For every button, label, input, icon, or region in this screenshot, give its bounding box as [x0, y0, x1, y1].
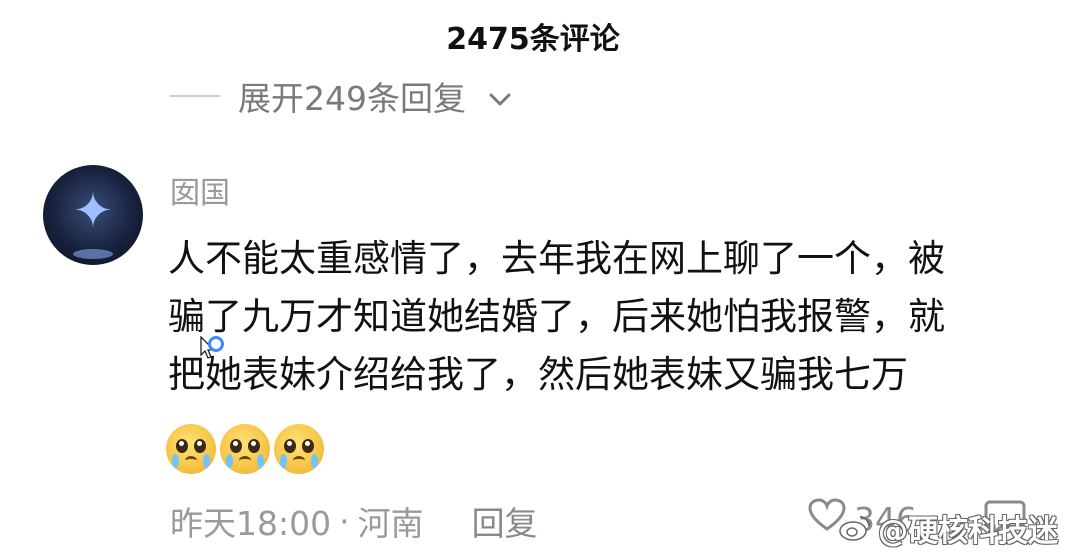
- emoji-row: [166, 424, 324, 474]
- chevron-down-icon: [488, 77, 512, 116]
- watermark: @硬核科技迷: [838, 506, 1058, 550]
- comment-line: 骗了九万才知道她结婚了，后来她怕我报警，就: [168, 295, 945, 338]
- watermark-text: @硬核科技迷: [878, 514, 1058, 549]
- meta-separator: ·: [339, 501, 350, 541]
- avatar-glow: [73, 249, 113, 259]
- weibo-logo-icon: [839, 516, 870, 541]
- timestamp: 昨天18:00: [170, 504, 332, 543]
- comment-line: 把她表妹介绍给我了，然后她表妹又骗我七万: [168, 353, 908, 396]
- expand-replies-label: 展开249条回复: [238, 79, 466, 118]
- reply-button[interactable]: 回复: [472, 497, 538, 545]
- comment-meta: 昨天18:00 · 河南 回复: [170, 497, 538, 545]
- avatar-glyph: ✦: [72, 183, 114, 239]
- comment-text: 人不能太重感情了，去年我在网上聊了一个，被 骗了九万才知道她结婚了，后来她怕我报…: [168, 230, 1038, 404]
- crying-face-icon: [220, 424, 270, 474]
- crying-face-icon: [274, 424, 324, 474]
- expand-replies-button[interactable]: 展开249条回复: [170, 72, 512, 120]
- comment-line: 人不能太重感情了，去年我在网上聊了一个，被: [168, 237, 945, 280]
- avatar[interactable]: ✦: [43, 165, 143, 265]
- username[interactable]: 囡国: [170, 168, 230, 212]
- divider-line: [170, 95, 220, 97]
- comment-count-title: 2475条评论: [446, 22, 620, 57]
- location: 河南: [357, 504, 424, 543]
- crying-face-icon: [166, 424, 216, 474]
- touch-indicator: [208, 336, 224, 352]
